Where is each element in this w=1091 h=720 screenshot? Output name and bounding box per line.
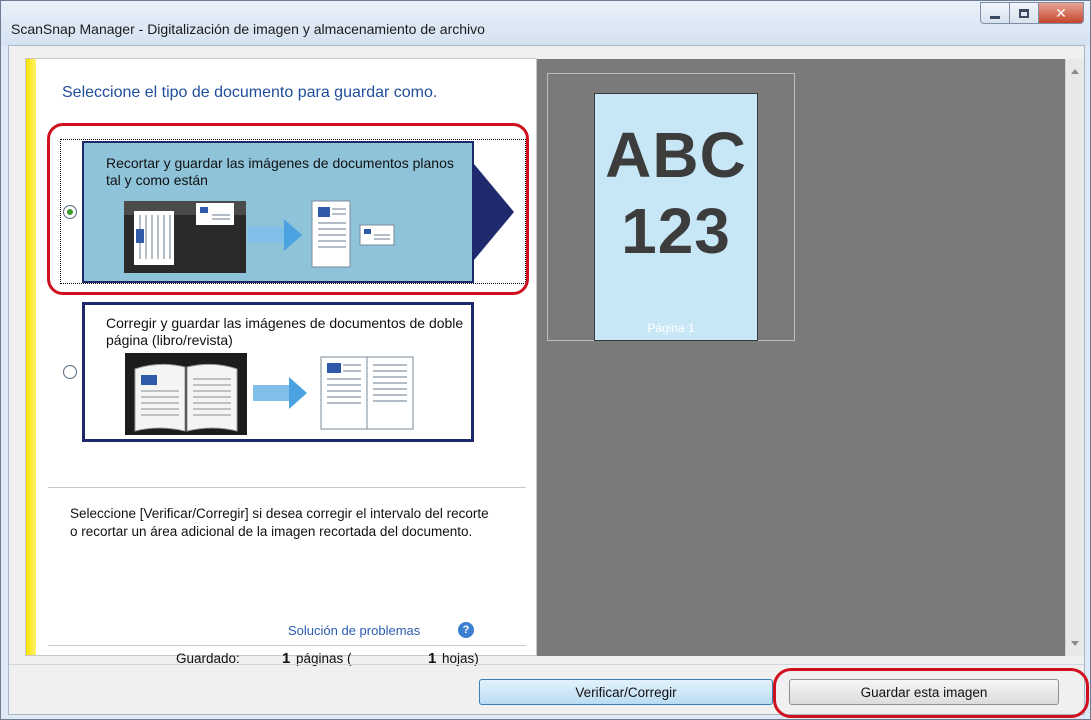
maximize-button[interactable] xyxy=(1009,2,1039,24)
footer-separator xyxy=(9,664,1084,665)
scroll-up-icon[interactable] xyxy=(1071,69,1079,74)
book-document-illustration xyxy=(125,353,414,435)
preview-area[interactable]: ABC 123 Página 1 xyxy=(537,59,1065,656)
thumbnail-frame[interactable]: ABC 123 xyxy=(547,73,795,341)
panel-divider xyxy=(48,487,526,488)
preview-scrollbar[interactable] xyxy=(1065,59,1084,656)
help-icon[interactable]: ? xyxy=(458,622,474,638)
option-book-label: Corregir y guardar las imágenes de docum… xyxy=(106,315,464,348)
window-controls: ✕ xyxy=(980,2,1084,24)
prompt-text: Seleccione el tipo de documento para gua… xyxy=(62,84,438,101)
title-bar[interactable]: ScanSnap Manager - Digitalización de ima… xyxy=(1,1,1090,45)
minimize-button[interactable] xyxy=(980,2,1010,24)
close-button[interactable]: ✕ xyxy=(1038,2,1084,24)
verify-correct-button[interactable]: Verificar/Corregir xyxy=(479,679,773,705)
accent-bar xyxy=(26,59,36,655)
minimize-icon xyxy=(990,15,1000,19)
thumbnail-caption: Página 1 xyxy=(647,321,695,335)
page-thumbnail[interactable]: ABC 123 xyxy=(594,93,758,341)
status-divider xyxy=(48,645,526,646)
option-highlight-annotation xyxy=(47,123,529,295)
scroll-down-icon[interactable] xyxy=(1071,641,1079,646)
info-text: Seleccione [Verificar/Corregir] si desea… xyxy=(70,506,489,539)
maximize-icon xyxy=(1019,8,1029,18)
window-title: ScanSnap Manager - Digitalización de ima… xyxy=(11,21,485,37)
troubleshooting-link[interactable]: Solución de problemas xyxy=(288,623,420,638)
close-icon: ✕ xyxy=(1055,4,1067,21)
thumbnail-text-line2: 123 xyxy=(621,195,731,267)
option-book-radio[interactable] xyxy=(63,365,77,379)
app-window: ScanSnap Manager - Digitalización de ima… xyxy=(0,0,1091,720)
thumbnail-text-line1: ABC xyxy=(605,119,747,191)
save-button-highlight-annotation xyxy=(773,668,1089,718)
option-book-card[interactable]: Corregir y guardar las imágenes de docum… xyxy=(82,302,474,442)
